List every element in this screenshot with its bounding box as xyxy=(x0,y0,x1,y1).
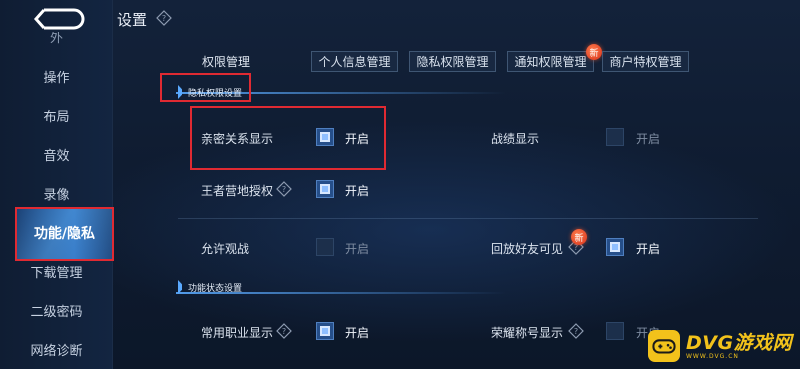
privacy-permission-button[interactable]: 隐私权限管理 xyxy=(409,51,496,72)
sidebar-item-controls[interactable]: 操作 xyxy=(0,62,113,90)
replay-friends-visible-label: 回放好友可见 xyxy=(491,242,564,256)
sidebar-item-appearance[interactable]: 外 xyxy=(0,32,113,46)
svg-text:?: ? xyxy=(282,185,286,194)
help-icon[interactable]: ? xyxy=(276,323,292,339)
divider xyxy=(178,218,758,219)
honor-title-display-label: 荣耀称号显示 xyxy=(491,326,564,340)
intimacy-display-checkbox[interactable] xyxy=(316,128,334,146)
position-display-state: 开启 xyxy=(345,326,370,340)
allow-spectate-label: 允许观战 xyxy=(201,242,250,256)
gamepad-icon xyxy=(648,330,680,362)
camp-authorization-state: 开启 xyxy=(345,184,370,198)
sidebar-item-downloads[interactable]: 下载管理 xyxy=(0,257,113,285)
new-badge: 新 xyxy=(586,44,602,60)
intimacy-display-state: 开启 xyxy=(345,132,370,146)
sidebar-item-function-privacy[interactable]: 功能/隐私 xyxy=(16,207,113,259)
sidebar-item-layout[interactable]: 布局 xyxy=(0,101,113,129)
sidebar-item-sound[interactable]: 音效 xyxy=(0,140,113,168)
new-badge: 新 xyxy=(571,229,587,245)
sidebar: 外 操作 布局 音效 录像 功能/隐私 下载管理 二级密码 网络诊断 xyxy=(0,0,113,369)
help-icon[interactable]: ? xyxy=(156,10,172,26)
notification-permission-button[interactable]: 通知权限管理 xyxy=(507,51,594,72)
help-icon[interactable]: ? xyxy=(276,181,292,197)
record-display-label: 战绩显示 xyxy=(491,132,540,146)
svg-text:?: ? xyxy=(282,327,286,336)
svg-text:?: ? xyxy=(574,327,578,336)
watermark-text: DVG游戏网 xyxy=(686,331,793,354)
watermark-logo: DVG游戏网 WWW.DVG.CN xyxy=(648,326,798,366)
position-display-checkbox[interactable] xyxy=(316,322,334,340)
sidebar-item-network-diagnosis[interactable]: 网络诊断 xyxy=(0,335,113,363)
page-title: 设置 xyxy=(117,11,148,29)
allow-spectate-state: 开启 xyxy=(345,242,370,256)
back-icon[interactable] xyxy=(30,6,86,32)
honor-title-display-checkbox[interactable] xyxy=(606,322,624,340)
camp-authorization-checkbox[interactable] xyxy=(316,180,334,198)
personal-info-button[interactable]: 个人信息管理 xyxy=(311,51,398,72)
replay-friends-visible-state: 开启 xyxy=(636,242,661,256)
record-display-checkbox[interactable] xyxy=(606,128,624,146)
intimacy-display-label: 亲密关系显示 xyxy=(201,132,274,146)
sidebar-item-secondary-password[interactable]: 二级密码 xyxy=(0,296,113,324)
privacy-section-title: 隐私权限设置 xyxy=(178,85,242,99)
record-display-state: 开启 xyxy=(636,132,661,146)
permission-management-label: 权限管理 xyxy=(202,55,251,69)
allow-spectate-checkbox[interactable] xyxy=(316,238,334,256)
replay-friends-visible-checkbox[interactable] xyxy=(606,238,624,256)
svg-text:?: ? xyxy=(162,14,166,23)
position-display-label: 常用职业显示 xyxy=(201,326,274,340)
merchant-privilege-button[interactable]: 商户特权管理 xyxy=(602,51,689,72)
feature-section-title: 功能状态设置 xyxy=(178,280,242,294)
camp-authorization-label: 王者营地授权 xyxy=(201,184,274,198)
sidebar-item-recording[interactable]: 录像 xyxy=(0,179,113,207)
help-icon[interactable]: ? xyxy=(568,323,584,339)
watermark-url: WWW.DVG.CN xyxy=(686,352,739,360)
